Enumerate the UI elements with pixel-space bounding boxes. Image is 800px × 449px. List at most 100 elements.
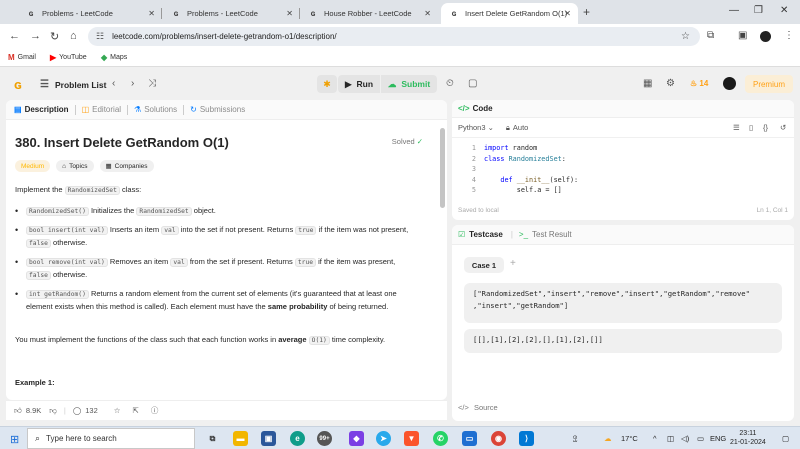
language-select[interactable]: Python3 ⌄ <box>458 123 494 132</box>
format-icon[interactable]: ☰ <box>733 123 740 132</box>
vscode-icon[interactable]: ⟩ <box>519 431 534 446</box>
bookmark-star-icon[interactable]: ☆ <box>681 31 690 42</box>
case-1-tab[interactable]: Case 1 <box>464 257 504 273</box>
companies-tag[interactable]: ▦ Companies <box>99 160 154 172</box>
task-view-icon[interactable]: ⧉ <box>205 431 220 446</box>
testcase-input-args[interactable]: [[],[1],[2],[2],[],[1],[2],[]] <box>464 329 782 353</box>
language-indicator[interactable]: ENG <box>710 434 726 443</box>
browser-tab-1[interactable]: ɢ Problems - LeetCode ✕ <box>18 3 162 24</box>
reload-icon[interactable]: ↻ <box>50 30 59 43</box>
next-problem-chevron-icon[interactable]: › <box>131 78 134 89</box>
favorite-star-icon[interactable]: ☆ <box>114 406 121 415</box>
share-icon[interactable]: ⇱ <box>133 406 139 415</box>
source-button[interactable]: </> Source <box>458 403 498 412</box>
code-editor[interactable]: 1 import random 2 class RandomizedSet: 3 4 de… <box>452 140 794 200</box>
prev-problem-chevron-icon[interactable]: ‹ <box>112 78 115 89</box>
user-avatar[interactable] <box>723 77 736 90</box>
close-window-icon[interactable]: ✕ <box>780 5 788 16</box>
profile-avatar-icon[interactable] <box>760 31 771 42</box>
temperature[interactable]: 17°C <box>621 434 638 443</box>
sidebar-icon[interactable]: ▣ <box>738 30 747 41</box>
telegram-icon[interactable]: ➤ <box>376 431 391 446</box>
description-scrollbar[interactable] <box>440 128 445 396</box>
browser-tab-2[interactable]: ɢ Problems - LeetCode ✕ <box>163 3 300 24</box>
extensions-icon[interactable]: ⧉ <box>707 30 714 41</box>
reset-icon[interactable]: ↺ <box>780 123 786 132</box>
tab-editorial[interactable]: ◫ Editorial <box>82 105 121 114</box>
run-button[interactable]: ▶ Run <box>338 75 380 93</box>
speaker-icon[interactable]: ◁) <box>681 434 689 443</box>
code-panel: </> Code Python3 ⌄ 🔒︎ Auto ☰ ▯ {} ↺ 1 imp… <box>452 100 794 220</box>
notifications-icon[interactable]: ▢ <box>782 434 789 443</box>
restore-icon[interactable]: ❐ <box>754 5 763 16</box>
help-icon[interactable]: ⓘ <box>151 405 159 416</box>
notification-badge[interactable]: 99+ <box>317 431 332 446</box>
edge-icon[interactable]: e <box>290 431 305 446</box>
site-info-icon[interactable]: ☷ <box>96 31 104 42</box>
notes-icon[interactable]: ▢ <box>468 78 477 89</box>
problem-list-button[interactable]: ☰ Problem List <box>40 79 106 90</box>
system-clock[interactable]: 23:11 21-01-2024 <box>730 429 766 447</box>
minimize-icon[interactable]: — <box>729 5 739 16</box>
app-icon[interactable]: ◆ <box>349 431 364 446</box>
windows-start-icon[interactable]: ⊞ <box>10 433 19 446</box>
scrollbar-thumb[interactable] <box>440 128 445 208</box>
new-tab-button[interactable]: + <box>583 5 590 19</box>
streak-counter[interactable]: ♨ 14 <box>690 79 708 88</box>
layout-icon[interactable]: ▦ <box>643 78 652 89</box>
taskbar-search-box[interactable]: ⌕ Type here to search <box>27 428 195 449</box>
shuffle-icon[interactable]: ⤨ <box>148 78 156 89</box>
submit-button[interactable]: ☁ Submit <box>381 75 437 93</box>
problem-title[interactable]: 380. Insert Delete GetRandom O(1) <box>15 135 229 150</box>
battery-icon[interactable]: ▭ <box>697 434 704 443</box>
premium-button[interactable]: Premium <box>745 75 793 93</box>
url-bar[interactable]: ☷ leetcode.com/problems/insert-delete-ge… <box>88 27 700 46</box>
thumbs-up-icon[interactable]: 👍︎ <box>14 406 22 416</box>
topics-tag[interactable]: ⌂ Topics <box>56 160 94 172</box>
more-menu-icon[interactable]: ⋮ <box>784 30 794 41</box>
settings-gear-icon[interactable]: ⚙ <box>666 78 675 89</box>
chevron-up-icon[interactable]: ^ <box>653 434 657 443</box>
browser-tab-3[interactable]: ɢ House Robber - LeetCode ✕ <box>300 3 438 24</box>
tab-submissions[interactable]: ↻ Submissions <box>190 105 245 114</box>
tab-test-result[interactable]: Test Result <box>532 230 572 239</box>
weather-icon[interactable]: ☁ <box>604 434 612 443</box>
close-tab-icon[interactable]: ✕ <box>286 9 293 18</box>
browser-tab-4-active[interactable]: ɢ Insert Delete GetRandom O(1) ✕ <box>441 3 578 24</box>
bookmark-gmail[interactable]: M Gmail <box>8 53 36 62</box>
back-arrow-icon[interactable]: ← <box>9 30 20 42</box>
url-text[interactable]: leetcode.com/problems/insert-delete-getr… <box>112 32 337 41</box>
timer-icon[interactable]: ⏲ <box>446 78 454 89</box>
tab-testcase[interactable]: Testcase <box>469 230 503 239</box>
thumbs-down-icon[interactable]: 👎︎ <box>49 406 57 416</box>
store-icon[interactable]: ▣ <box>261 431 276 446</box>
forward-arrow-icon[interactable]: → <box>30 30 41 42</box>
bookmark-youtube[interactable]: ▶ YouTube <box>50 53 87 62</box>
close-tab-icon[interactable]: ✕ <box>424 9 431 18</box>
close-tab-icon[interactable]: ✕ <box>148 9 155 18</box>
testcase-input-methods[interactable]: ["RandomizedSet","insert","remove","inse… <box>464 283 782 323</box>
bookmark-maps[interactable]: ◆ Maps <box>101 53 127 62</box>
add-case-button[interactable]: + <box>510 258 516 269</box>
home-icon[interactable]: ⌂ <box>70 30 77 42</box>
whatsapp-icon[interactable]: ✆ <box>433 431 448 446</box>
code-braces-icon[interactable]: {} <box>763 123 768 132</box>
comment-icon[interactable]: ◯ <box>73 406 81 415</box>
code-line[interactable]: def __init__(self): <box>484 176 578 184</box>
debug-button[interactable]: ✱ <box>317 75 337 93</box>
tab-solutions[interactable]: ⚗ Solutions <box>134 105 177 114</box>
code-line[interactable]: self.a = [] <box>484 186 562 194</box>
file-explorer-icon[interactable]: ▬ <box>233 431 248 446</box>
code-line[interactable]: class RandomizedSet: <box>484 155 566 163</box>
tab-description[interactable]: ▤ Description <box>14 105 69 114</box>
close-tab-icon[interactable]: ✕ <box>564 9 571 18</box>
leetcode-logo-icon[interactable]: ɢ <box>14 77 22 92</box>
monitor-app-icon[interactable]: ▭ <box>462 431 477 446</box>
brave-icon[interactable]: ▼ <box>404 431 419 446</box>
people-icon[interactable]: ꀾ <box>572 434 578 444</box>
network-icon[interactable]: ◫ <box>667 434 674 443</box>
bookmark-icon[interactable]: ▯ <box>749 123 753 132</box>
code-line[interactable]: import random <box>484 144 537 152</box>
autocomplete-mode[interactable]: Auto <box>513 123 528 132</box>
chrome-icon[interactable]: ◉ <box>491 431 506 446</box>
